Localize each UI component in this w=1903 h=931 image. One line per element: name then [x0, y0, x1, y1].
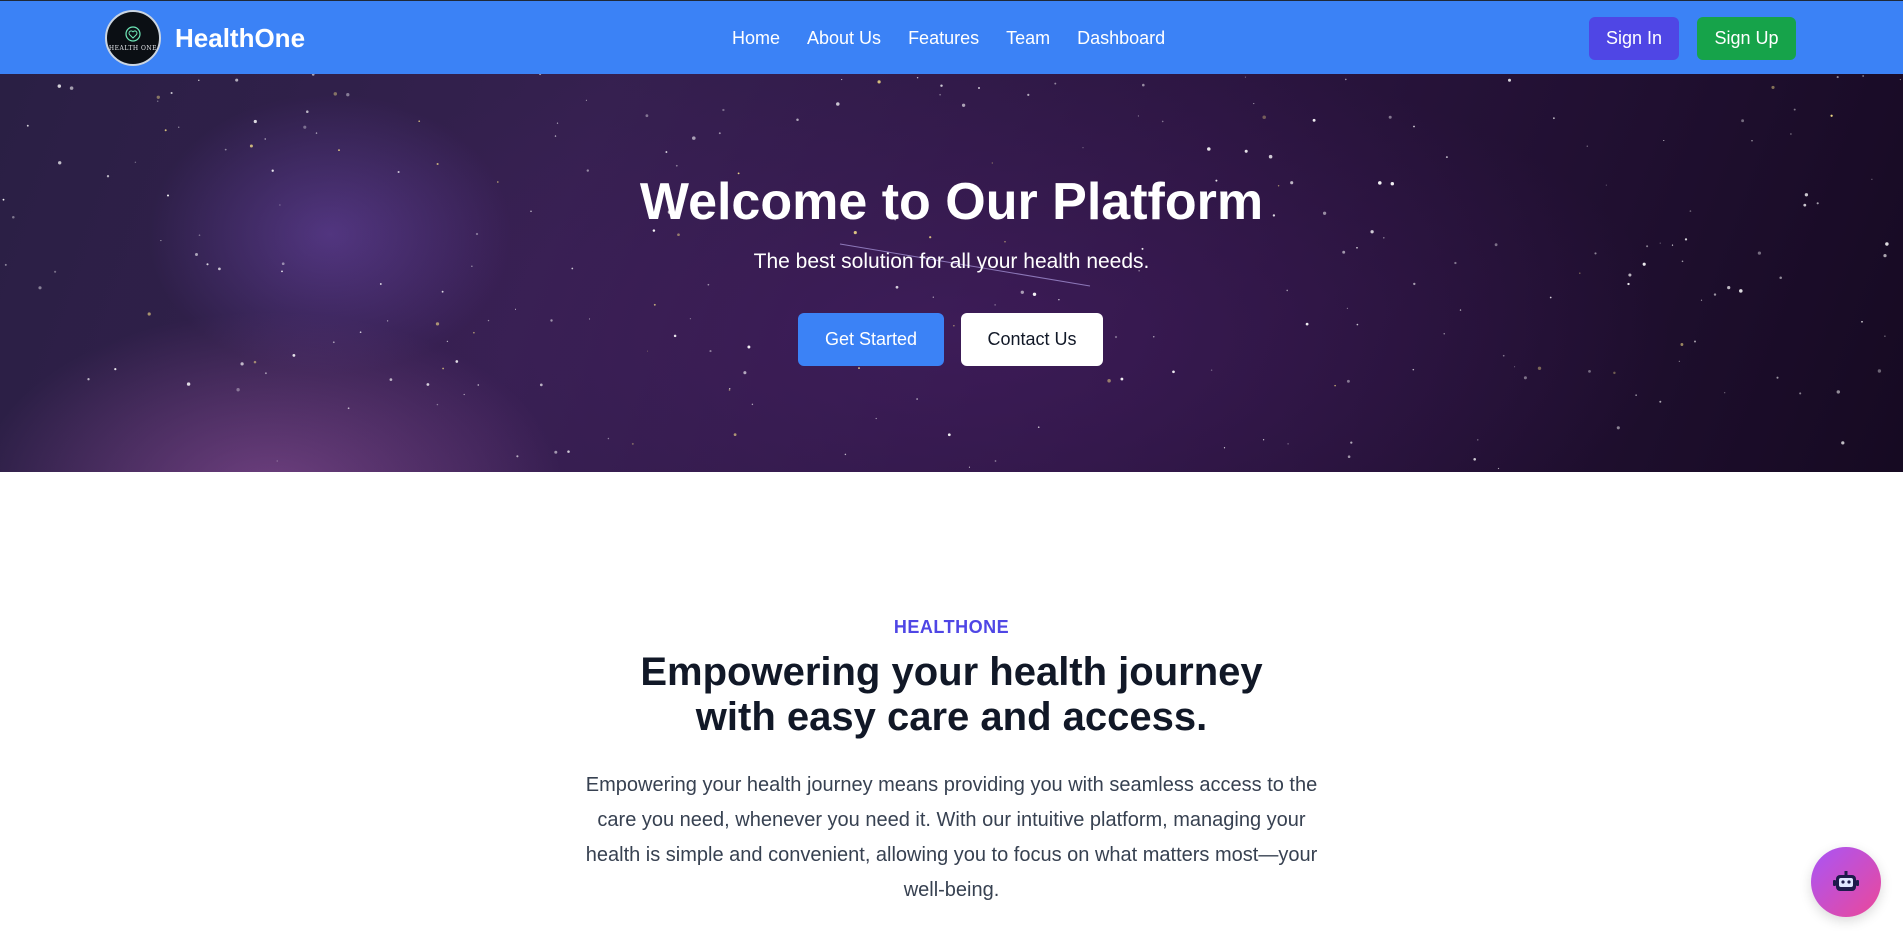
nav-links: Home About Us Features Team Dashboard [732, 1, 1165, 75]
sign-up-button[interactable]: Sign Up [1697, 17, 1796, 60]
brand[interactable]: HEALTH ONE HealthOne [105, 10, 305, 66]
navbar: HEALTH ONE HealthOne Home About Us Featu… [0, 0, 1903, 74]
robot-icon [1833, 871, 1859, 891]
nav-link-about-us[interactable]: About Us [807, 28, 881, 49]
nav-link-home[interactable]: Home [732, 28, 780, 49]
sign-in-button[interactable]: Sign In [1589, 17, 1679, 60]
nav-link-team[interactable]: Team [1006, 28, 1050, 49]
hero-section: Welcome to Our Platform The best solutio… [0, 74, 1903, 472]
hero-title: Welcome to Our Platform [639, 173, 1264, 231]
nav-link-features[interactable]: Features [908, 28, 979, 49]
chatbot-button[interactable] [1811, 847, 1881, 917]
brand-name: HealthOne [175, 22, 306, 53]
hero-subtitle: The best solution for all your health ne… [753, 250, 1150, 273]
section-title: Empowering your health journey with easy… [640, 650, 1263, 739]
nav-link-dashboard[interactable]: Dashboard [1077, 28, 1165, 49]
section-description: Empowering your health journey means pro… [585, 774, 1318, 901]
heart-logo-icon [125, 26, 141, 42]
get-started-button[interactable]: Get Started [798, 313, 944, 366]
logo-text: HEALTH ONE [108, 45, 158, 52]
logo: HEALTH ONE [105, 10, 161, 66]
section-eyebrow: HEALTHONE [893, 617, 1010, 637]
contact-us-button[interactable]: Contact Us [961, 313, 1103, 366]
